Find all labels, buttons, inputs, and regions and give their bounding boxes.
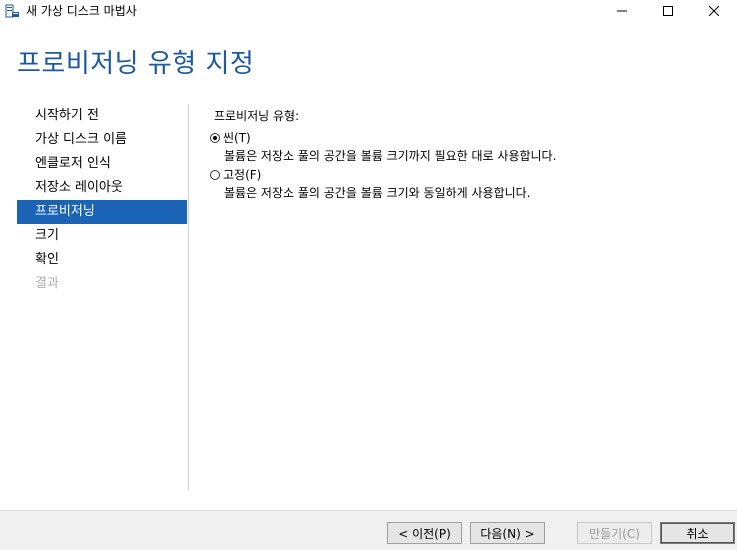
next-button[interactable]: 다음(N) >	[470, 522, 545, 544]
nav-item-confirmation[interactable]: 확인	[17, 248, 187, 272]
thin-option-description: 볼륨은 저장소 풀의 공간을 볼륨 크기까지 필요한 대로 사용합니다.	[224, 149, 557, 163]
nav-divider	[188, 104, 189, 490]
fixed-option-label[interactable]: 고정(F)	[223, 167, 261, 183]
window-title: 새 가상 디스크 마법사	[26, 4, 137, 18]
nav-item-before-you-begin[interactable]: 시작하기 전	[17, 104, 187, 128]
close-button[interactable]	[691, 0, 737, 22]
wizard-step-nav: 시작하기 전 가상 디스크 이름 엔클로저 인식 저장소 레이아웃 프로비저닝 …	[17, 104, 187, 296]
storage-wizard-icon	[4, 3, 20, 19]
nav-item-storage-layout[interactable]: 저장소 레이아웃	[17, 176, 187, 200]
nav-item-provisioning[interactable]: 프로비저닝	[17, 200, 187, 224]
title-bar: 새 가상 디스크 마법사	[0, 0, 737, 22]
thin-provisioning-radio[interactable]: 씬(T)	[210, 130, 251, 146]
close-icon	[709, 6, 719, 16]
thin-option-label[interactable]: 씬(T)	[223, 130, 251, 146]
nav-item-enclosure-awareness[interactable]: 엔클로저 인식	[17, 152, 187, 176]
nav-item-results: 결과	[35, 276, 59, 291]
create-button: 만들기(C)	[577, 522, 652, 544]
minimize-icon	[617, 6, 627, 16]
nav-item-virtual-disk-name[interactable]: 가상 디스크 이름	[17, 128, 187, 152]
maximize-icon	[663, 6, 673, 16]
fixed-option-description: 볼륨은 저장소 풀의 공간을 볼륨 크기와 동일하게 사용합니다.	[224, 186, 531, 200]
page-title: 프로비저닝 유형 지정	[17, 49, 255, 79]
previous-button[interactable]: < 이전(P)	[387, 522, 462, 544]
wizard-footer: < 이전(P) 다음(N) > 만들기(C) 취소	[0, 510, 737, 550]
fixed-provisioning-radio[interactable]: 고정(F)	[210, 167, 261, 183]
cancel-button[interactable]: 취소	[660, 522, 735, 544]
maximize-button[interactable]	[645, 0, 691, 22]
provisioning-type-label: 프로비저닝 유형:	[214, 109, 300, 123]
radio-indicator-unchecked[interactable]	[210, 170, 220, 180]
radio-indicator-checked[interactable]	[210, 133, 220, 143]
minimize-button[interactable]	[599, 0, 645, 22]
nav-item-size[interactable]: 크기	[17, 224, 187, 248]
